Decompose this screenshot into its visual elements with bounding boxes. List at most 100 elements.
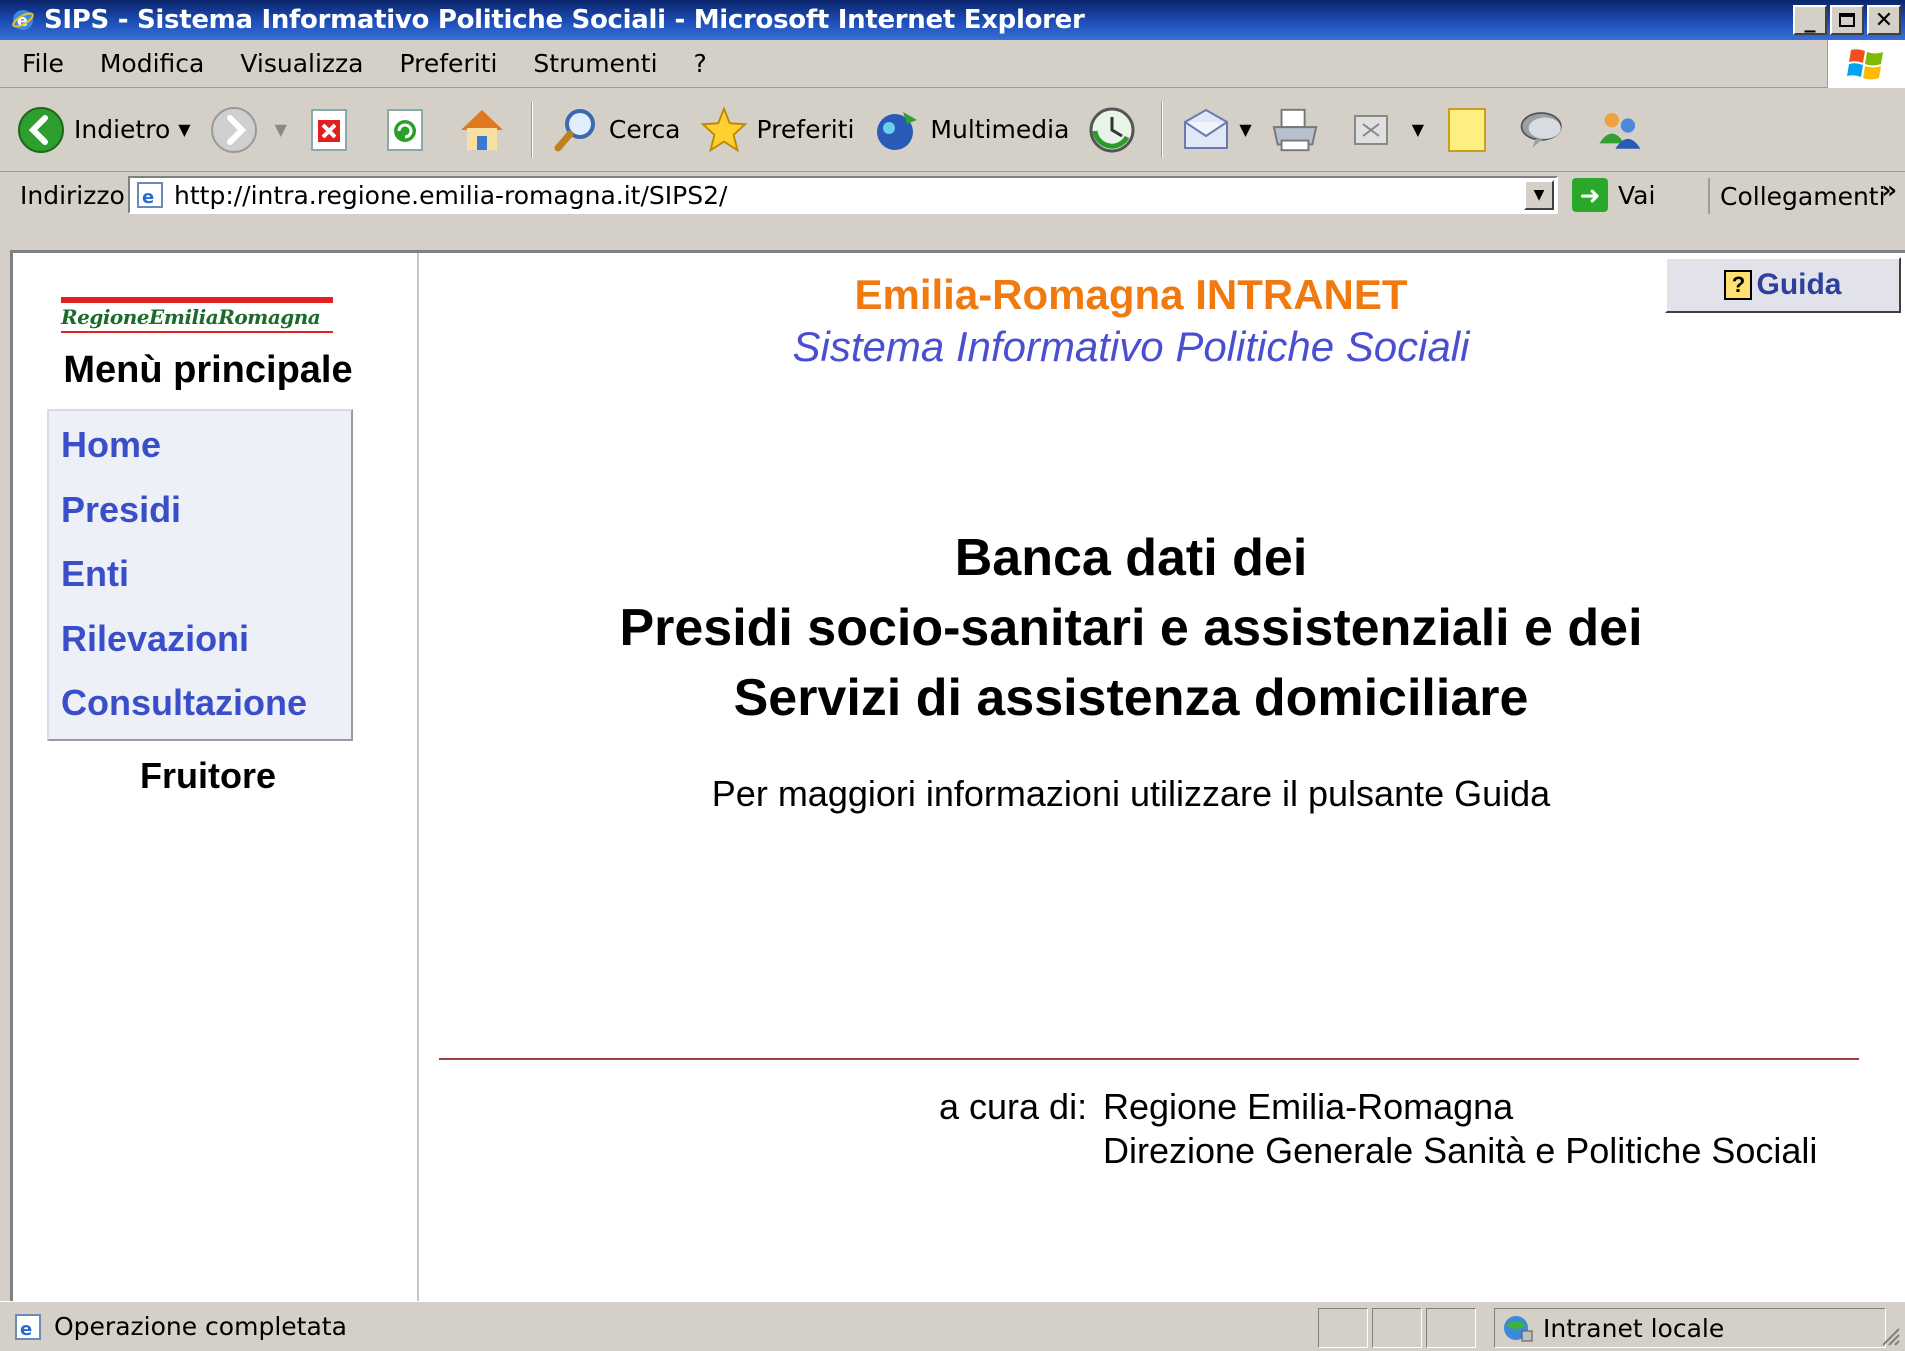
address-url: http://intra.regione.emilia-romagna.it/S…	[174, 180, 728, 210]
minimize-icon: _	[1804, 7, 1816, 33]
history-button[interactable]	[1087, 105, 1145, 155]
menu-strumenti[interactable]: Strumenti	[533, 49, 657, 78]
back-dropdown-icon[interactable]: ▼	[178, 120, 190, 139]
messenger-button[interactable]	[1594, 105, 1652, 155]
refresh-icon	[381, 105, 431, 155]
address-label: Indirizzo	[20, 180, 125, 210]
close-button[interactable]: ✕	[1867, 5, 1901, 35]
menu-link-home[interactable]: Home	[61, 413, 351, 478]
go-button[interactable]: ➜ Vai	[1572, 178, 1655, 212]
discuss-icon	[1518, 105, 1568, 155]
refresh-button[interactable]	[381, 105, 439, 155]
forward-button[interactable]: ▼	[209, 105, 287, 155]
resize-grip-icon[interactable]	[1877, 1323, 1901, 1347]
address-dropdown-icon[interactable]: ▼	[1524, 180, 1554, 210]
credits-line-2: Direzione Generale Sanità e Politiche So…	[1103, 1130, 1818, 1171]
ie-icon: e	[10, 7, 36, 33]
discuss-button[interactable]	[1518, 105, 1576, 155]
media-button[interactable]: Multimedia	[872, 105, 1069, 155]
menu-file[interactable]: File	[22, 49, 64, 78]
status-cell	[1426, 1308, 1476, 1348]
back-button[interactable]: Indietro ▼	[16, 105, 191, 155]
edit-icon	[1346, 105, 1396, 155]
media-label: Multimedia	[930, 115, 1070, 144]
svg-text:e: e	[142, 187, 154, 208]
page-title-line-2: Presidi socio-sanitari e assistenziali e…	[619, 599, 1643, 657]
menu-help[interactable]: ?	[694, 49, 707, 78]
toolbar-separator	[530, 101, 533, 158]
go-arrow-icon: ➜	[1572, 178, 1608, 212]
stop-icon	[305, 105, 355, 155]
mail-icon	[1181, 105, 1231, 155]
zone-label: Intranet locale	[1543, 1313, 1725, 1343]
favorites-button[interactable]: Preferiti	[699, 105, 855, 155]
logo-text: RegioneEmiliaRomagna	[61, 305, 321, 329]
menu-modifica[interactable]: Modifica	[100, 49, 205, 78]
favorites-label: Preferiti	[756, 115, 855, 144]
edit-dropdown-icon[interactable]: ▼	[1412, 120, 1424, 139]
menu-link-presidi[interactable]: Presidi	[61, 478, 351, 543]
mail-button[interactable]: ▼	[1181, 105, 1252, 155]
menu-link-enti[interactable]: Enti	[61, 542, 351, 607]
menu-title: Menù principale	[63, 349, 353, 391]
page-done-icon: e	[12, 1311, 44, 1343]
edit-button[interactable]: ▼	[1346, 105, 1424, 155]
logo-red-bar	[61, 297, 333, 303]
forward-icon	[209, 105, 259, 155]
go-label: Vai	[1618, 180, 1656, 210]
forward-dropdown-icon[interactable]: ▼	[275, 120, 287, 139]
credits-label: a cura di:	[939, 1086, 1088, 1127]
site-subtitle: Sistema Informativo Politiche Sociali	[792, 323, 1470, 370]
page-title-line-3: Servizi di assistenza domiciliare	[733, 669, 1529, 727]
info-text: Per maggiori informazioni utilizzare il …	[711, 773, 1551, 814]
menu-preferiti[interactable]: Preferiti	[400, 49, 498, 78]
page-title: Banca dati dei Presidi socio-sanitari e …	[421, 523, 1841, 733]
links-label: Collegamenti	[1720, 181, 1886, 211]
menu-link-consultazione[interactable]: Consultazione	[61, 671, 351, 736]
media-icon	[872, 105, 922, 155]
menu-visualizza[interactable]: Visualizza	[240, 49, 363, 78]
page-title-line-1: Banca dati dei	[954, 529, 1308, 587]
mail-dropdown-icon[interactable]: ▼	[1239, 120, 1251, 139]
minimize-button[interactable]: _	[1793, 5, 1827, 35]
credits-line-1: Regione Emilia-Romagna	[1103, 1086, 1514, 1127]
maximize-icon	[1839, 13, 1855, 27]
close-icon: ✕	[1874, 7, 1894, 33]
maximize-button[interactable]	[1830, 5, 1864, 35]
history-icon	[1087, 105, 1137, 155]
divider	[439, 1058, 1859, 1060]
site-title: Emilia-Romagna INTRANET	[854, 271, 1408, 318]
print-icon	[1270, 105, 1320, 155]
user-role: Fruitore	[139, 755, 276, 796]
print-button[interactable]	[1270, 105, 1328, 155]
window-title: SIPS - Sistema Informativo Politiche Soc…	[44, 5, 1085, 35]
back-icon	[16, 105, 66, 155]
status-bar: e Operazione completata Intranet locale	[0, 1301, 1905, 1351]
region-logo: RegioneEmiliaRomagna	[61, 297, 333, 337]
search-icon	[551, 105, 601, 155]
search-button[interactable]: Cerca	[551, 105, 681, 155]
search-label: Cerca	[608, 115, 681, 144]
toolbar: Indietro ▼ ▼ Cerca Preferiti Multimedia …	[0, 88, 1905, 218]
note-button[interactable]	[1442, 105, 1500, 155]
status-text: Operazione completata	[54, 1312, 347, 1341]
intranet-zone-icon	[1499, 1312, 1535, 1344]
home-button[interactable]	[457, 105, 515, 155]
stop-button[interactable]	[305, 105, 363, 155]
messenger-icon	[1594, 105, 1644, 155]
status-cell	[1372, 1308, 1422, 1348]
links-chevron-icon[interactable]: »	[1881, 176, 1897, 204]
menu-bar: File Modifica Visualizza Preferiti Strum…	[0, 40, 1905, 88]
sidebar-frame: RegioneEmiliaRomagna Menù principale Hom…	[13, 253, 419, 1301]
toolbar-separator	[1161, 101, 1164, 158]
links-toolbar[interactable]: Collegamenti	[1708, 178, 1886, 214]
back-label: Indietro	[74, 115, 171, 144]
window-title-bar[interactable]: e SIPS - Sistema Informativo Politiche S…	[0, 0, 1905, 40]
menu-link-rilevazioni[interactable]: Rilevazioni	[61, 607, 351, 672]
logo-underline	[61, 331, 333, 333]
address-input[interactable]: e http://intra.regione.emilia-romagna.it…	[128, 176, 1558, 214]
favorites-icon	[699, 105, 749, 155]
windows-logo-icon	[1827, 40, 1905, 88]
page-viewport: RegioneEmiliaRomagna Menù principale Hom…	[10, 250, 1905, 1301]
main-menu: Home Presidi Enti Rilevazioni Consultazi…	[47, 409, 353, 741]
